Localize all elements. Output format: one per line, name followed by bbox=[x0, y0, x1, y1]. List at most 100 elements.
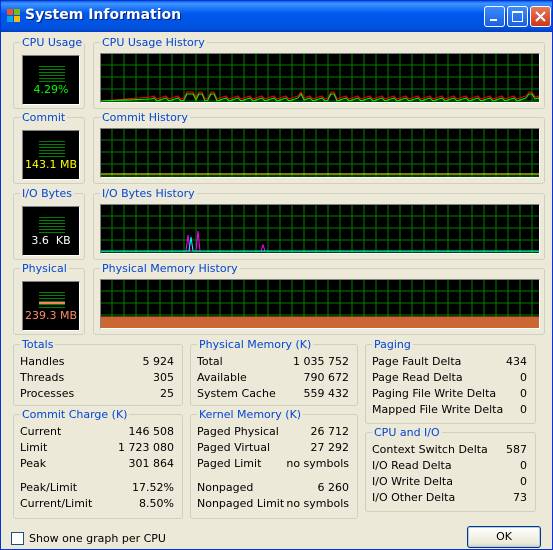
physical-history-graph bbox=[100, 279, 540, 329]
stat-row: Page Fault Delta 434 bbox=[372, 355, 527, 371]
stat-row: Threads 305 bbox=[20, 371, 174, 387]
stat-value: 0 bbox=[520, 403, 527, 416]
stat-value: 1 035 752 bbox=[293, 355, 349, 368]
stat-value: 5 924 bbox=[142, 355, 175, 368]
physical-label: Physical bbox=[20, 262, 69, 275]
stat-value: 6 260 bbox=[317, 481, 350, 494]
cpu-history-group: CPU Usage History bbox=[93, 36, 545, 109]
stat-key: Context Switch Delta bbox=[372, 443, 488, 456]
totals-group: Totals Handles 5 924 Threads 305 Processes… bbox=[13, 338, 183, 406]
cpu-and-io-group: CPU and I/O Context Switch Delta 587 I/O … bbox=[365, 426, 536, 512]
paging-group: Paging Page Fault Delta 434 Page Read Del… bbox=[365, 338, 536, 424]
title-bar[interactable]: System Information bbox=[1, 1, 552, 32]
close-button[interactable] bbox=[530, 6, 551, 27]
stat-key: Paging File Write Delta bbox=[372, 387, 497, 400]
stat-value: 146 508 bbox=[128, 425, 175, 438]
maximize-button[interactable] bbox=[507, 6, 528, 27]
io-bytes-value: 3.6 KB bbox=[31, 234, 71, 247]
stat-key: Paged Physical bbox=[197, 425, 279, 438]
stat-key: System Cache bbox=[197, 387, 276, 400]
stat-key: Nonpaged Limit bbox=[197, 497, 285, 510]
io-write-trace bbox=[101, 236, 539, 252]
stat-row: Available 790 672 bbox=[197, 371, 349, 387]
ok-button[interactable]: OK bbox=[467, 526, 541, 548]
commit-history-graph bbox=[100, 128, 540, 178]
io-history-graph bbox=[100, 204, 540, 254]
minimize-button[interactable] bbox=[484, 6, 505, 27]
physical-memory-fill bbox=[101, 316, 539, 328]
stat-row: I/O Other Delta 73 bbox=[372, 491, 527, 507]
stat-value: 17.52% bbox=[132, 481, 174, 494]
io-meter-bars bbox=[39, 217, 65, 233]
stat-value: no symbols bbox=[286, 497, 349, 510]
commit-history-group: Commit History bbox=[93, 111, 545, 184]
physical-history-group: Physical Memory History bbox=[93, 262, 545, 335]
stat-key: Processes bbox=[20, 387, 75, 400]
stat-value: 25 bbox=[160, 387, 174, 400]
stat-row: Total 1 035 752 bbox=[197, 355, 349, 371]
one-graph-per-cpu-label[interactable]: Show one graph per CPU bbox=[29, 532, 166, 545]
commit-charge-group: Commit Charge (K) Current 146 508 Limit 1 … bbox=[13, 408, 183, 519]
stat-spacer bbox=[20, 473, 174, 481]
stat-value: 305 bbox=[153, 371, 174, 384]
stat-key: I/O Write Delta bbox=[372, 475, 453, 488]
stat-row: I/O Write Delta 0 bbox=[372, 475, 527, 491]
physical-memory-group: Physical Memory (K) Total 1 035 752 Avail… bbox=[190, 338, 358, 406]
stat-key: Paged Virtual bbox=[197, 441, 271, 454]
stat-row: Mapped File Write Delta 0 bbox=[372, 403, 527, 419]
physical-memory-stats: Total 1 035 752 Available 790 672 System C… bbox=[197, 355, 349, 403]
stat-key: Page Fault Delta bbox=[372, 355, 462, 368]
stat-row: Paged Limit no symbols bbox=[197, 457, 349, 473]
maximize-icon bbox=[512, 11, 523, 22]
commit-history-label: Commit History bbox=[100, 111, 190, 124]
commit-label: Commit bbox=[20, 111, 68, 124]
stat-value: 73 bbox=[513, 491, 527, 504]
cpu-history-graph bbox=[100, 53, 540, 103]
physical-meter-level bbox=[39, 302, 65, 304]
stat-key: Total bbox=[197, 355, 223, 368]
stat-row: Nonpaged 6 260 bbox=[197, 481, 349, 497]
io-history-group: I/O Bytes History bbox=[93, 187, 545, 260]
stat-value: 0 bbox=[520, 371, 527, 384]
system-information-window: System Information CPU Usage 4.29% CPU U… bbox=[0, 0, 553, 550]
stat-key: Available bbox=[197, 371, 247, 384]
stat-key: Threads bbox=[20, 371, 65, 384]
io-read-trace bbox=[101, 230, 539, 252]
cpu-and-io-stats: Context Switch Delta 587 I/O Read Delta 0 … bbox=[372, 443, 527, 507]
physical-memory-label: Physical Memory (K) bbox=[197, 338, 314, 351]
stat-row: Processes 25 bbox=[20, 387, 174, 403]
kernel-memory-label: Kernel Memory (K) bbox=[197, 408, 304, 421]
stat-value: 301 864 bbox=[128, 457, 175, 470]
io-history-label: I/O Bytes History bbox=[100, 187, 197, 200]
stat-value: 8.50% bbox=[139, 497, 174, 510]
commit-meter-bars bbox=[39, 141, 65, 157]
stat-row: Context Switch Delta 587 bbox=[372, 443, 527, 459]
stat-row: I/O Read Delta 0 bbox=[372, 459, 527, 475]
stat-key: Current/Limit bbox=[20, 497, 93, 510]
cpu-usage-label: CPU Usage bbox=[20, 36, 85, 49]
stat-key: I/O Other Delta bbox=[372, 491, 456, 504]
totals-stats: Handles 5 924 Threads 305 Processes 25 bbox=[20, 355, 174, 403]
stat-key: Limit bbox=[20, 441, 48, 454]
commit-meter: 143.1 MB bbox=[22, 130, 80, 180]
stat-row: Page Read Delta 0 bbox=[372, 371, 527, 387]
stat-row: System Cache 559 432 bbox=[197, 387, 349, 403]
kernel-memory-group: Kernel Memory (K) Paged Physical 26 712 P… bbox=[190, 408, 358, 519]
stat-row: Peak 301 864 bbox=[20, 457, 174, 473]
io-bytes-label: I/O Bytes bbox=[20, 187, 74, 200]
windows-logo-icon bbox=[7, 9, 21, 23]
stat-key: I/O Read Delta bbox=[372, 459, 452, 472]
physical-meter: 239.3 MB bbox=[22, 281, 80, 331]
stat-value: 0 bbox=[520, 387, 527, 400]
stat-value: 790 672 bbox=[303, 371, 350, 384]
stat-value: 0 bbox=[520, 475, 527, 488]
cpu-and-io-label: CPU and I/O bbox=[372, 426, 442, 439]
stat-row: Limit 1 723 080 bbox=[20, 441, 174, 457]
stat-value: 1 723 080 bbox=[118, 441, 174, 454]
stat-value: 0 bbox=[520, 459, 527, 472]
physical-group: Physical 239.3 MB bbox=[13, 262, 85, 335]
physical-value: 239.3 MB bbox=[24, 309, 78, 322]
one-graph-per-cpu-checkbox[interactable] bbox=[11, 532, 24, 545]
window-title: System Information bbox=[25, 7, 182, 23]
stat-row: Handles 5 924 bbox=[20, 355, 174, 371]
